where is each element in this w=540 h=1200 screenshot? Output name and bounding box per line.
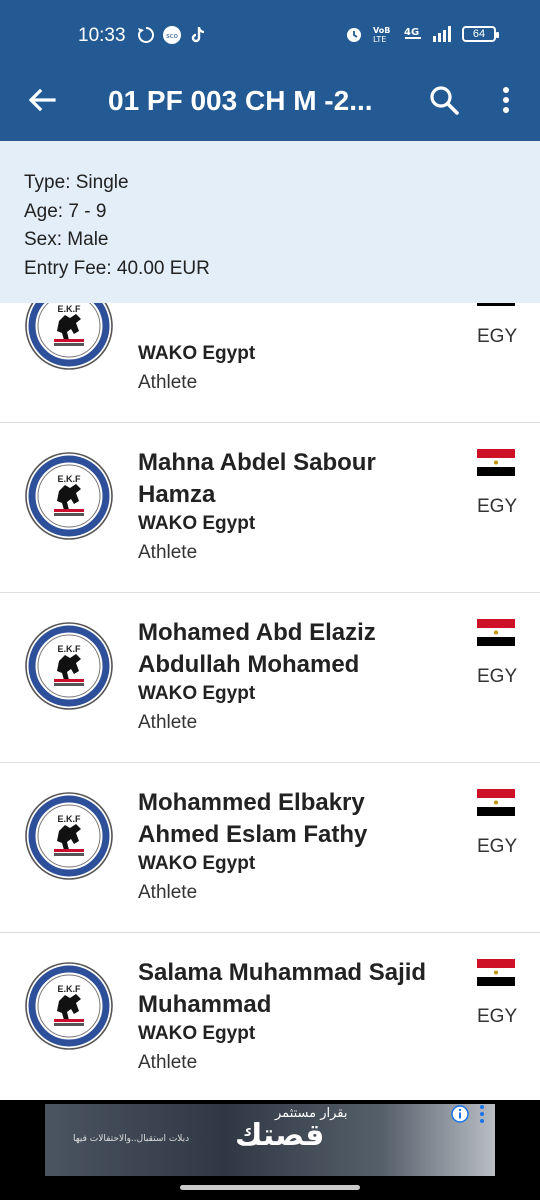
egypt-flag-icon (477, 619, 515, 646)
tiktok-icon (191, 27, 205, 43)
status-left-icons: sco (136, 25, 208, 45)
athlete-role: Athlete (138, 542, 198, 563)
svg-text:LTE: LTE (373, 35, 386, 44)
athlete-name-line1: Mohamed Abd Elaziz (138, 619, 376, 646)
athlete-name-line2: Abdullah Mohamed (138, 651, 360, 678)
athlete-row[interactable]: E.K.F Mohamed Abd Elaziz Abdullah Mohame… (0, 593, 540, 763)
athlete-name-line1: Salama Muhammad Sajid (138, 959, 427, 986)
sync-icon (138, 26, 155, 43)
svg-text:sco: sco (166, 32, 178, 40)
app-bar: 10:33 sco VoB LTE 4G 64 01 PF 003 CH M -2… (0, 0, 540, 141)
athlete-club: WAKO Egypt (138, 683, 256, 704)
category-info-panel: Type: Single Age: 7 - 9 Sex: Male Entry … (0, 141, 540, 303)
athlete-country: EGY (477, 836, 518, 857)
ad-subline: بقرار مستثمر (275, 1106, 348, 1121)
athlete-row[interactable]: E.K.F Mahna Abdel Sabour Hamza WAKO Egyp… (0, 423, 540, 593)
search-icon[interactable] (428, 84, 460, 116)
athlete-country: EGY (477, 326, 518, 347)
athlete-row[interactable]: E.K.F Mohammed Elbakry Ahmed Eslam Fathy… (0, 763, 540, 933)
info-entry-fee: Entry Fee: 40.00 EUR (24, 257, 210, 279)
athlete-name: Mahna Abdel Sabour Hamza (138, 447, 458, 511)
egypt-flag-icon (477, 789, 515, 816)
info-type: Type: Single (24, 172, 129, 193)
athlete-list: E.K.F Hanea WAKO Egypt Athlete EGY E.K.F (0, 253, 540, 1103)
svg-text:E.K.F: E.K.F (57, 814, 81, 824)
svg-text:E.K.F: E.K.F (57, 984, 81, 994)
athlete-name-line2: Ahmed Eslam Fathy (138, 821, 368, 848)
svg-text:4G: 4G (404, 27, 419, 38)
ad-creative[interactable]: دبلات استقبال..والاحتفالات فيها قصتك بقر… (45, 1104, 495, 1176)
federation-logo-icon: E.K.F (25, 622, 113, 710)
ad-info-icon[interactable] (451, 1105, 469, 1123)
athlete-club: WAKO Egypt (138, 343, 256, 364)
athlete-role: Athlete (138, 712, 198, 733)
volte-icon: VoBLTE (373, 26, 390, 44)
battery-icon: 64 (462, 26, 499, 42)
athlete-club: WAKO Egypt (138, 513, 256, 534)
federation-logo-icon: E.K.F (25, 962, 113, 1050)
svg-text:E.K.F: E.K.F (57, 644, 81, 654)
athlete-name-line1: Mohammed Elbakry (138, 789, 365, 816)
arrow-back-icon[interactable] (26, 84, 58, 116)
athlete-name: Mohammed Elbakry Ahmed Eslam Fathy (138, 787, 458, 851)
more-vert-icon[interactable] (496, 84, 516, 116)
athlete-club: WAKO Egypt (138, 853, 256, 874)
athlete-name: Salama Muhammad Sajid Muhammad (138, 957, 458, 1021)
gesture-nav-bar[interactable] (180, 1185, 360, 1190)
signal-icon (433, 26, 451, 42)
ad-more-icon[interactable] (478, 1104, 486, 1124)
status-bar: 10:33 sco VoB LTE 4G 64 (0, 0, 540, 70)
athlete-name-line2: Muhammad (138, 991, 272, 1018)
info-sex: Sex: Male (24, 229, 109, 250)
athlete-country: EGY (477, 496, 518, 517)
athlete-club: WAKO Egypt (138, 1023, 256, 1044)
athlete-role: Athlete (138, 372, 198, 393)
athlete-row[interactable]: E.K.F Salama Muhammad Sajid Muhammad WAK… (0, 933, 540, 1103)
federation-logo-icon: E.K.F (25, 792, 113, 880)
athlete-name-line1: Mahna Abdel Sabour (138, 449, 376, 476)
scooter-icon: sco (163, 26, 181, 44)
alarm-icon (347, 28, 361, 42)
athlete-name-line2: Hamza (138, 481, 216, 508)
athlete-country: EGY (477, 666, 518, 687)
4g-icon: 4G (404, 27, 421, 39)
page-title: 01 PF 003 CH M -2... (108, 85, 373, 116)
svg-text:E.K.F: E.K.F (57, 474, 81, 484)
svg-text:VoB: VoB (373, 26, 390, 35)
ad-small-text: دبلات استقبال..والاحتفالات فيها (73, 1134, 190, 1144)
info-age: Age: 7 - 9 (24, 200, 107, 222)
egypt-flag-icon (477, 449, 515, 476)
svg-text:E.K.F: E.K.F (57, 304, 81, 314)
egypt-flag-icon (477, 959, 515, 986)
status-right-icons: VoB LTE 4G 64 (344, 24, 499, 44)
athlete-name: Mohamed Abd Elaziz Abdullah Mohamed (138, 617, 458, 681)
ad-headline: قصتك (235, 1118, 325, 1153)
athlete-role: Athlete (138, 882, 198, 903)
athlete-country: EGY (477, 1006, 518, 1027)
athlete-role: Athlete (138, 1052, 198, 1073)
status-time: 10:33 (78, 25, 126, 46)
federation-logo-icon: E.K.F (25, 452, 113, 540)
